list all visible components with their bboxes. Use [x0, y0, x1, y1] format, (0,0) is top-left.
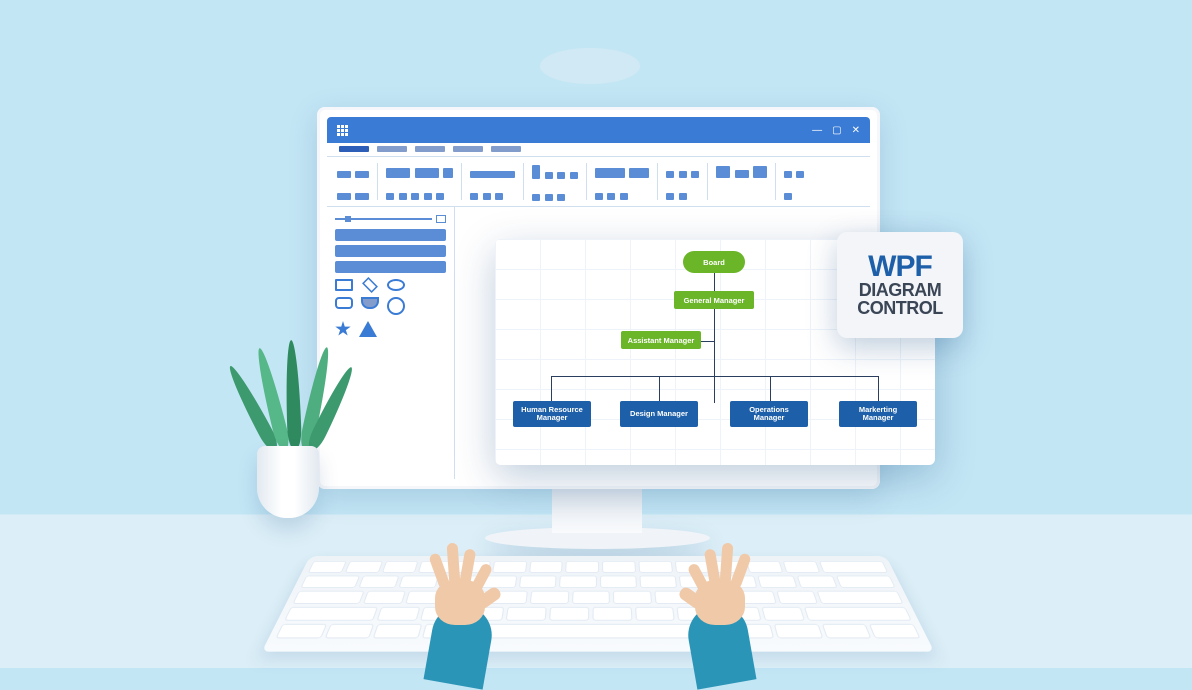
node-operations-manager[interactable]: Operations Manager — [730, 401, 808, 427]
node-assistant-manager[interactable]: Assistant Manager — [621, 331, 701, 349]
node-marketing-manager[interactable]: Markerting Manager — [839, 401, 917, 427]
shape-row — [335, 321, 446, 337]
shape-rectangle[interactable] — [335, 279, 353, 291]
ribbon-button[interactable] — [436, 193, 444, 200]
node-board[interactable]: Board — [683, 251, 745, 273]
titlebar: — ▢ ✕ — [327, 117, 870, 143]
ribbon-button[interactable] — [337, 193, 351, 200]
ribbon-tab[interactable] — [453, 146, 483, 152]
ribbon-tab[interactable] — [415, 146, 445, 152]
ribbon-button[interactable] — [545, 172, 553, 179]
monitor-stand — [552, 488, 642, 533]
ribbon-group — [664, 163, 708, 200]
connector — [659, 376, 660, 403]
hand-left — [395, 525, 525, 655]
connector — [551, 376, 552, 403]
ribbon-button[interactable] — [545, 194, 553, 201]
ribbon-group — [714, 163, 776, 200]
ribbon-group — [530, 163, 586, 200]
ribbon-group — [593, 163, 658, 200]
ribbon-button[interactable] — [753, 166, 767, 178]
shape-row — [335, 279, 446, 291]
window-controls: — ▢ ✕ — [812, 125, 860, 136]
shape-row — [335, 297, 446, 315]
node-hr-manager[interactable]: Human Resource Manager — [513, 401, 591, 427]
ribbon-button[interactable] — [784, 171, 792, 178]
shapes-palette — [327, 207, 455, 479]
badge-line-1: WPF — [868, 253, 932, 282]
ribbon-button[interactable] — [532, 165, 540, 179]
maximize-icon[interactable]: ▢ — [832, 125, 841, 136]
ribbon-button[interactable] — [679, 193, 687, 200]
shape-circle[interactable] — [387, 297, 405, 315]
app-logo-icon — [337, 125, 348, 136]
ribbon-button[interactable] — [784, 193, 792, 200]
ribbon-button[interactable] — [607, 193, 615, 200]
ribbon-group — [384, 163, 462, 200]
ribbon-button[interactable] — [411, 193, 419, 200]
ribbon-button[interactable] — [337, 171, 351, 178]
ribbon-button[interactable] — [483, 193, 491, 200]
ribbon-button[interactable] — [570, 172, 578, 179]
ribbon-button[interactable] — [666, 171, 674, 178]
ribbon-button[interactable] — [355, 193, 369, 200]
close-icon[interactable]: ✕ — [852, 125, 860, 136]
badge-line-3: CONTROL — [857, 299, 943, 317]
ribbon-button[interactable] — [424, 193, 432, 200]
connector — [878, 376, 879, 403]
ribbon-button[interactable] — [399, 193, 407, 200]
connector — [770, 376, 771, 403]
ribbon-group — [335, 163, 378, 200]
ribbon-button[interactable] — [470, 171, 515, 178]
decorative-cloud — [540, 48, 640, 84]
keyboard — [262, 556, 934, 652]
node-general-manager[interactable]: General Manager — [674, 291, 754, 309]
ribbon-button[interactable] — [443, 168, 453, 178]
ribbon-button[interactable] — [691, 171, 699, 178]
ribbon-button[interactable] — [595, 193, 603, 200]
ribbon-tab[interactable] — [339, 146, 369, 152]
ribbon-tab[interactable] — [377, 146, 407, 152]
ribbon-button[interactable] — [595, 168, 625, 178]
ribbon-button[interactable] — [620, 193, 628, 200]
ribbon-button[interactable] — [557, 172, 565, 179]
product-badge: WPF DIAGRAM CONTROL — [837, 232, 963, 338]
hand-right — [655, 525, 785, 655]
node-design-manager[interactable]: Design Manager — [620, 401, 698, 427]
ribbon-button[interactable] — [532, 194, 540, 201]
ribbon-button[interactable] — [679, 171, 687, 178]
palette-section[interactable] — [335, 229, 446, 241]
ribbon — [327, 157, 870, 207]
shape-tab[interactable] — [361, 297, 379, 309]
ribbon-tabs — [327, 143, 870, 157]
palette-section[interactable] — [335, 261, 446, 273]
zoom-slider[interactable] — [335, 215, 446, 223]
ribbon-button[interactable] — [735, 170, 749, 178]
ribbon-button[interactable] — [355, 171, 369, 178]
connector — [551, 376, 878, 377]
ribbon-button[interactable] — [470, 193, 478, 200]
shape-triangle[interactable] — [359, 321, 377, 337]
shape-rounded[interactable] — [335, 297, 353, 309]
ribbon-button[interactable] — [716, 166, 730, 178]
ribbon-tab[interactable] — [491, 146, 521, 152]
ribbon-button[interactable] — [415, 168, 439, 178]
shape-diamond[interactable] — [362, 277, 378, 293]
ribbon-button[interactable] — [796, 171, 804, 178]
shape-star[interactable] — [335, 321, 351, 337]
minimize-icon[interactable]: — — [812, 125, 822, 136]
ribbon-button[interactable] — [557, 194, 565, 201]
ribbon-button[interactable] — [629, 168, 649, 178]
ribbon-group — [782, 163, 812, 200]
ribbon-button[interactable] — [666, 193, 674, 200]
shape-ellipse[interactable] — [387, 279, 405, 291]
ribbon-button[interactable] — [386, 193, 394, 200]
ribbon-button[interactable] — [495, 193, 503, 200]
badge-line-2: DIAGRAM — [859, 281, 942, 299]
palette-section[interactable] — [335, 245, 446, 257]
ribbon-group — [468, 163, 524, 200]
ribbon-button[interactable] — [386, 168, 410, 178]
